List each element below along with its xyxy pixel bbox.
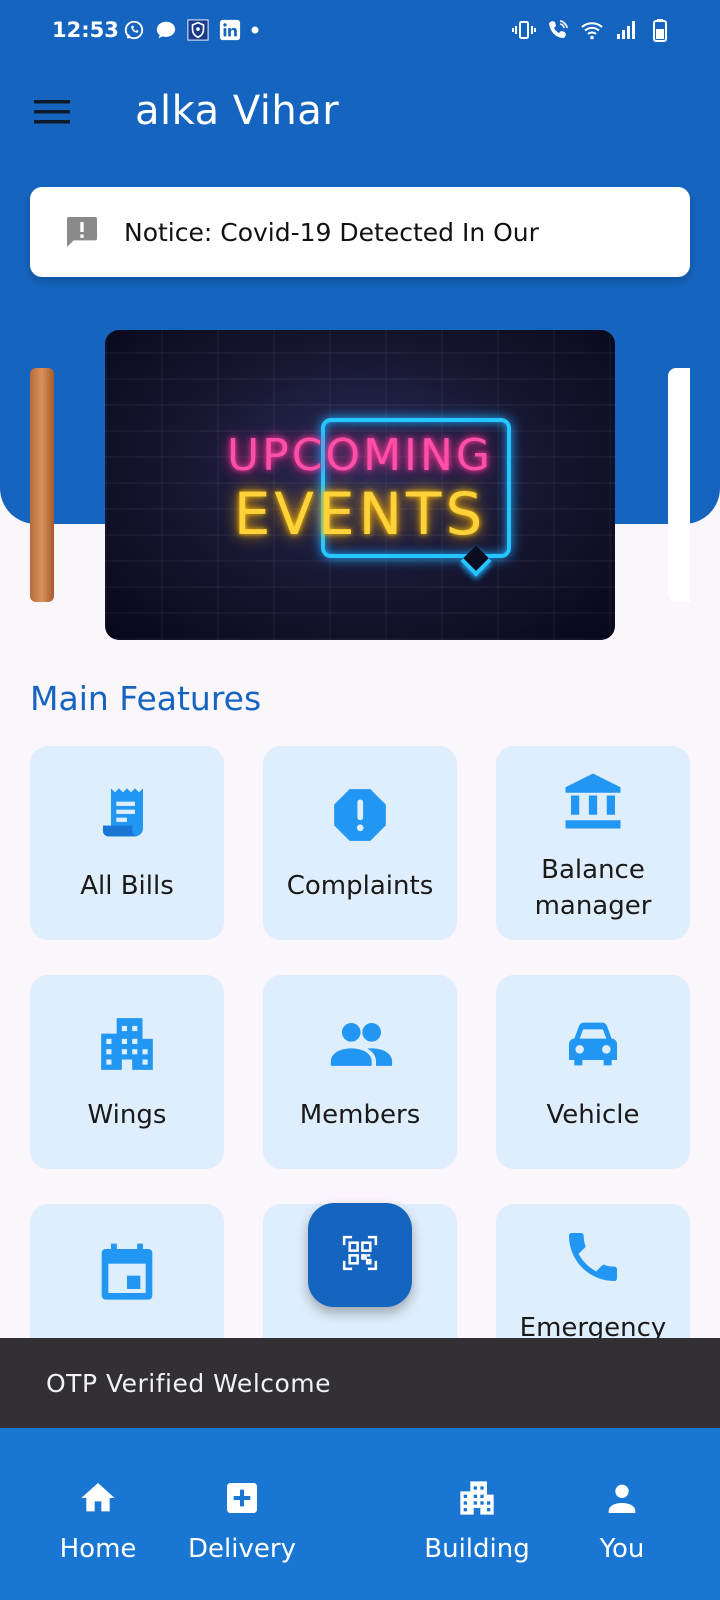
feature-wings[interactable]: Wings <box>30 975 224 1169</box>
tile-label: Vehicle <box>546 1100 640 1130</box>
bottom-navigation: Home Delivery Building You <box>0 1428 720 1600</box>
linkedin-icon <box>218 18 242 42</box>
tile-label: All Bills <box>80 871 174 901</box>
building-icon <box>455 1476 499 1520</box>
hamburger-menu-icon <box>34 98 70 130</box>
apartment-icon <box>92 1009 162 1079</box>
section-title: Main Features <box>30 679 262 718</box>
notice-text: Notice: Covid-19 Detected In Our <box>124 217 539 247</box>
status-bar: 12:53 <box>0 0 720 62</box>
snackbar: OTP Verified Welcome <box>0 1338 720 1428</box>
nav-label: Home <box>59 1534 137 1564</box>
battery-icon <box>648 18 672 42</box>
feedback-alert-icon <box>62 212 102 252</box>
signal-icon <box>614 18 638 42</box>
qr-scan-icon <box>341 1234 379 1276</box>
notice-card[interactable]: Notice: Covid-19 Detected In Our <box>30 187 690 277</box>
add-box-icon <box>220 1476 264 1520</box>
nav-building[interactable]: Building <box>417 1428 537 1600</box>
people-icon <box>325 1009 395 1079</box>
qr-scan-button[interactable] <box>308 1203 412 1307</box>
tile-label: Members <box>299 1100 421 1130</box>
carousel-next-slide[interactable] <box>668 368 690 602</box>
system-icons <box>512 18 672 42</box>
notification-icons <box>122 18 260 42</box>
nav-delivery[interactable]: Delivery <box>182 1428 302 1600</box>
tile-label: Wings <box>87 1100 167 1130</box>
feature-members[interactable]: Members <box>263 975 457 1169</box>
banner-line2: EVENTS <box>233 480 487 548</box>
receipt-icon <box>92 780 162 850</box>
feature-complaints[interactable]: Complaints <box>263 746 457 940</box>
banner-line1: UPCOMING <box>226 430 494 481</box>
status-time: 12:53 <box>52 18 119 42</box>
report-octagon-icon <box>325 780 395 850</box>
tile-label: Balance manager <box>534 855 652 922</box>
events-banner[interactable]: UPCOMING EVENTS <box>105 330 615 640</box>
vibrate-icon <box>512 18 536 42</box>
snackbar-text: OTP Verified Welcome <box>46 1368 332 1398</box>
feature-balance-manager[interactable]: Balance manager <box>496 746 690 940</box>
menu-button[interactable] <box>30 92 74 136</box>
dot-icon <box>250 18 260 42</box>
wifi-icon <box>580 18 604 42</box>
feature-vehicle[interactable]: Vehicle <box>496 975 690 1169</box>
home-icon <box>76 1476 120 1520</box>
shield-app-icon <box>186 18 210 42</box>
nav-label: Building <box>424 1534 530 1564</box>
nav-label: Delivery <box>188 1534 296 1564</box>
calendar-icon <box>92 1238 162 1308</box>
person-icon <box>600 1476 644 1520</box>
phone-icon <box>558 1222 628 1292</box>
wifi-call-icon <box>546 18 570 42</box>
app-title: alka Vihar <box>135 88 340 134</box>
nav-label: You <box>599 1534 645 1564</box>
nav-you[interactable]: You <box>577 1428 667 1600</box>
whatsapp-icon <box>122 18 146 42</box>
car-icon <box>558 1009 628 1079</box>
carousel-prev-slide[interactable] <box>30 368 54 602</box>
feature-all-bills[interactable]: All Bills <box>30 746 224 940</box>
nav-home[interactable]: Home <box>48 1428 148 1600</box>
bank-icon <box>558 766 628 836</box>
tile-label: Complaints <box>286 871 434 901</box>
message-icon <box>154 18 178 42</box>
